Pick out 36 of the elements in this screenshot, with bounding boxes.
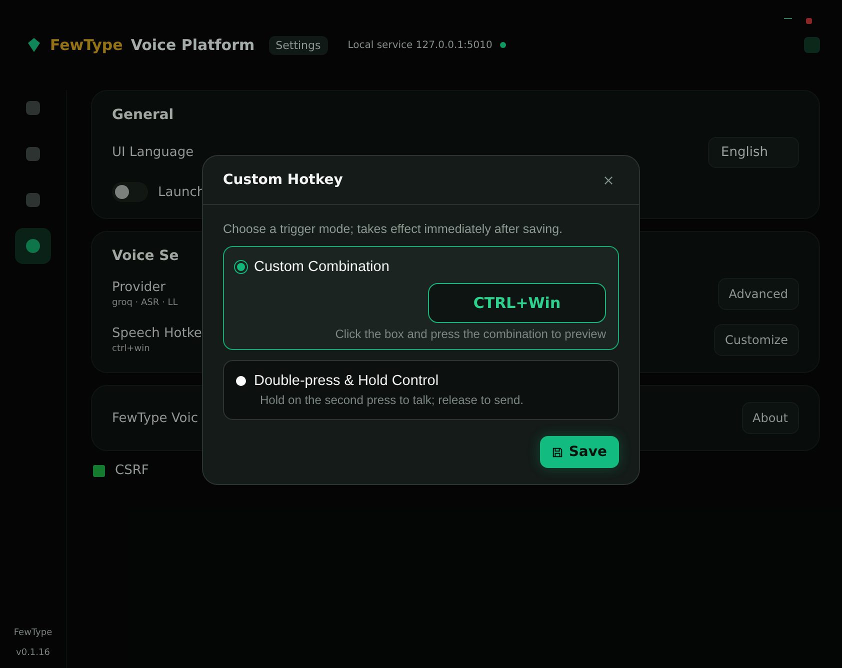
option-label: Double-press & Hold Control (254, 373, 439, 389)
close-icon[interactable] (604, 176, 613, 184)
setting-label: Provider (112, 280, 167, 295)
setting-label: Speech Hotke (112, 326, 202, 341)
app-version: v0.1.16 (16, 648, 50, 658)
option-card[interactable]: Double-press & Hold Control Hold on the second press to talk; release to send. (223, 360, 619, 420)
app-title: Voice Platform (130, 36, 255, 54)
dialog-description: Choose a trigger mode; takes effect immediately after saving. (223, 222, 564, 236)
hotkey-field[interactable]: CTRL+Win (428, 283, 606, 323)
service-status: Local service 127.0.0.1:5010 (348, 40, 492, 50)
setting-value: groq · ASR · LL (112, 298, 178, 308)
option-hint: Click the box and press the combination to preview (335, 327, 606, 341)
app-name: FewType (14, 628, 52, 638)
language-select[interactable]: English (708, 137, 799, 168)
section-title: General (112, 107, 175, 123)
customize-button[interactable]: Customize (714, 324, 799, 356)
setting-label: UI Language (112, 145, 194, 160)
about-button[interactable]: About (742, 402, 799, 434)
sidebar-item[interactable] (15, 228, 51, 264)
setting-value: ctrl+win (112, 344, 151, 354)
checkbox-label: CSRF (115, 463, 149, 478)
about-text: FewType Voic (112, 410, 198, 426)
section-title: Voice Se (112, 248, 180, 264)
radio-button[interactable] (236, 376, 246, 386)
radio-button[interactable] (237, 263, 245, 271)
advanced-button[interactable]: Advanced (718, 278, 799, 310)
checkbox[interactable] (93, 464, 105, 476)
save-button[interactable]: Save (540, 436, 619, 468)
dialog-title: Custom Hotkey (223, 172, 343, 188)
app-name: FewType (50, 36, 123, 54)
diamond-logo-icon (26, 37, 42, 53)
option-card[interactable]: Custom Combination CTRL+Win Click the box and press the combination to preview (223, 246, 619, 350)
option-label: Custom Combination (254, 259, 390, 275)
page-badge: Settings (268, 36, 328, 54)
toggle-switch[interactable] (112, 182, 148, 202)
option-hint: Hold on the second press to talk; release to send. (259, 393, 524, 407)
